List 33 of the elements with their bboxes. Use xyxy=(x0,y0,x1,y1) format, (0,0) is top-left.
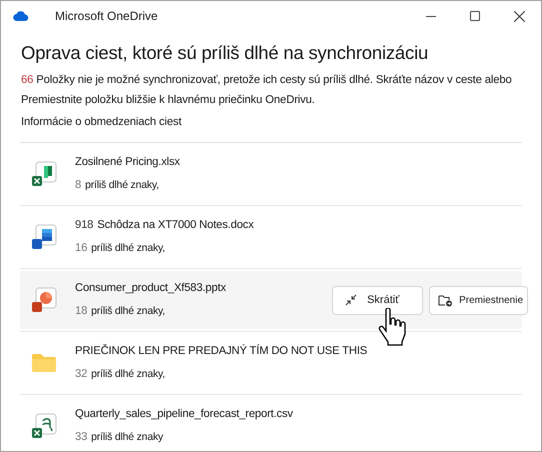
hand-cursor-icon xyxy=(377,308,408,348)
close-icon xyxy=(514,10,524,22)
move-button[interactable]: Premiestnenie xyxy=(429,286,528,314)
count-label: príliš dlhé znaky, xyxy=(91,241,165,256)
folder-move-icon xyxy=(438,294,454,306)
file-name: PRIEČINOK LEN PRE PREDAJNÝ TÍM DO NOT USE THIS xyxy=(75,343,368,360)
character-count: 18 xyxy=(75,304,88,319)
count-label: príliš dlhé znaky, xyxy=(91,304,165,319)
count-label: príliš dlhé znaky, xyxy=(85,178,159,193)
character-count: 33 xyxy=(75,430,88,445)
character-count: 16 xyxy=(75,241,88,256)
file-name: Consumer_product_Xf583.pptx xyxy=(75,281,226,296)
csv-file-icon xyxy=(30,412,58,440)
file-prefix: 918 xyxy=(75,218,94,234)
shrink-arrows-icon xyxy=(345,294,358,306)
summary-text: 66 Položky nie je možné synchronizovať, pretože ich cesty sú príliš dlhé. Skráťte názov v ceste alebo Premiestnite položku bližšie k hlavnému priečinku OneDrivu. xyxy=(21,73,513,108)
folder-icon xyxy=(31,353,57,373)
count-label: príliš dlhé znaky, xyxy=(91,367,165,382)
file-name: Zosilnené Pricing.xlsx xyxy=(75,155,180,170)
count-label: príliš dlhé znaky xyxy=(91,430,164,445)
file-name: Quarterly_sales_pipeline_forecast_report.csv xyxy=(75,407,293,422)
character-count: 32 xyxy=(75,367,88,382)
character-count: 8 xyxy=(75,178,82,193)
shorten-button[interactable]: Skrátiť xyxy=(332,286,424,314)
file-name: Schôdza na XT7000 Notes.docx xyxy=(97,218,254,234)
page-heading: Oprava ciest, ktoré sú príliš dlhé na synchronizáciu xyxy=(21,41,430,65)
cloud-icon xyxy=(13,10,29,22)
spreadsheet-file-icon xyxy=(30,160,58,188)
window-title: Microsoft OneDrive xyxy=(55,8,158,25)
maximize-icon xyxy=(470,11,480,21)
document-file-icon xyxy=(30,223,58,251)
info-link[interactable]: Informácie o obmedzeniach ciest xyxy=(21,112,521,132)
presentation-file-icon xyxy=(30,286,58,314)
